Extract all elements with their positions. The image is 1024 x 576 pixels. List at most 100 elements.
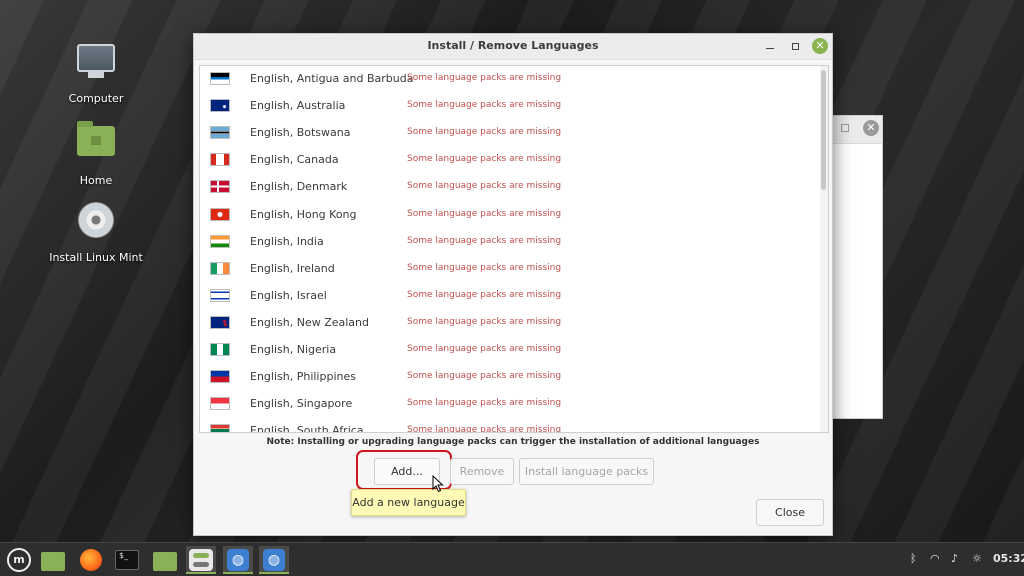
hong-kong-flag-icon <box>210 207 230 221</box>
background-window-titlebar[interactable]: ✕ <box>833 116 882 144</box>
install-remove-languages-dialog: Install / Remove Languages ✕ English, An… <box>193 33 833 536</box>
clock[interactable]: 05:32 <box>993 552 1024 565</box>
close-icon[interactable]: ✕ <box>863 120 879 136</box>
brightness-icon[interactable]: ☼ <box>972 552 982 565</box>
language-status: Some language packs are missing <box>407 208 562 219</box>
nigeria-flag-icon <box>210 343 230 356</box>
philippines-flag-icon <box>210 370 230 384</box>
language-status: Some language packs are missing <box>407 425 562 433</box>
singapore-flag-icon <box>210 397 230 411</box>
taskbar-files[interactable] <box>38 546 68 574</box>
background-window[interactable]: ✕ <box>832 115 883 419</box>
language-status: Some language packs are missing <box>407 127 562 138</box>
language-list[interactable]: English, Antigua and Barbuda Some languag… <box>199 65 829 433</box>
language-status: Some language packs are missing <box>407 371 562 382</box>
language-row[interactable]: English, Hong Kong Some language packs ar… <box>200 202 820 229</box>
bluetooth-icon[interactable]: ᛒ <box>910 552 917 565</box>
remove-button[interactable]: Remove <box>450 458 514 485</box>
language-name: English, India <box>250 234 324 248</box>
scrollbar-thumb[interactable] <box>821 70 826 190</box>
language-status: Some language packs are missing <box>407 289 562 300</box>
minimize-button[interactable] <box>761 38 779 56</box>
new-zealand-flag-icon <box>210 315 230 329</box>
minimize-icon <box>766 48 774 49</box>
australia-flag-icon <box>210 99 230 113</box>
language-status: Some language packs are missing <box>407 181 562 192</box>
language-row[interactable]: English, Australia Some language packs ar… <box>200 93 820 120</box>
south-africa-flag-icon <box>210 424 230 432</box>
globe-icon: ◍ <box>227 549 249 571</box>
menu-button[interactable]: m <box>4 546 34 574</box>
language-status: Some language packs are missing <box>407 100 562 111</box>
language-name: English, Denmark <box>250 180 348 194</box>
antigua-flag-icon <box>210 72 230 85</box>
dialog-titlebar[interactable]: Install / Remove Languages ✕ <box>194 34 832 60</box>
language-row[interactable]: English, New Zealand Some language packs … <box>200 310 820 337</box>
taskbar-firefox[interactable] <box>76 546 106 574</box>
firefox-icon <box>80 549 102 571</box>
language-row[interactable]: English, Israel Some language packs are m… <box>200 283 820 310</box>
israel-flag-icon <box>210 288 230 302</box>
dialog-title: Install / Remove Languages <box>427 39 599 52</box>
botswana-flag-icon <box>210 126 230 140</box>
language-status: Some language packs are missing <box>407 154 562 165</box>
monitor-icon <box>72 44 120 88</box>
language-name: English, Ireland <box>250 261 335 275</box>
install-note: Note: Installing or upgrading language p… <box>266 437 760 447</box>
list-scrollbar[interactable] <box>820 66 828 432</box>
language-row[interactable]: English, Canada Some language packs are m… <box>200 147 820 174</box>
language-name: English, Australia <box>250 99 346 113</box>
desktop-icon-label: Home <box>79 174 113 187</box>
language-name: English, Botswana <box>250 126 351 140</box>
maximize-icon[interactable] <box>841 124 849 132</box>
language-status: Some language packs are missing <box>407 398 562 409</box>
language-row[interactable]: English, Ireland Some language packs are … <box>200 256 820 283</box>
globe-icon: ◍ <box>263 549 285 571</box>
language-row[interactable]: English, Singapore Some language packs ar… <box>200 391 820 418</box>
language-name: English, Nigeria <box>250 343 337 356</box>
maximize-button[interactable] <box>786 38 804 56</box>
language-row[interactable]: English, Nigeria Some language packs are … <box>200 337 820 364</box>
taskbar-languages-window[interactable]: ◍ <box>223 546 253 574</box>
language-status: Some language packs are missing <box>407 73 562 83</box>
linux-mint-logo-icon: m <box>7 548 31 572</box>
language-row[interactable]: English, Philippines Some language packs … <box>200 364 820 391</box>
language-name: English, Singapore <box>250 397 353 411</box>
wifi-icon[interactable]: ◠ <box>930 552 940 565</box>
folder-icon <box>41 552 65 571</box>
close-button[interactable]: Close <box>756 499 824 526</box>
settings-toggle-icon <box>189 549 213 571</box>
taskbar-settings-window[interactable] <box>186 546 216 574</box>
folder-icon <box>153 552 177 571</box>
home-folder-icon <box>72 121 120 170</box>
language-name: English, South Africa <box>250 424 364 433</box>
taskbar-terminal[interactable]: $_ <box>112 546 142 574</box>
language-row[interactable]: English, Denmark Some language packs are … <box>200 174 820 201</box>
maximize-icon <box>791 43 799 50</box>
desktop-icon-computer[interactable]: Computer <box>41 40 151 105</box>
language-row[interactable]: English, Botswana Some language packs are… <box>200 120 820 147</box>
close-window-button[interactable]: ✕ <box>812 38 828 54</box>
language-row[interactable]: English, India Some language packs are mi… <box>200 229 820 256</box>
language-status: Some language packs are missing <box>407 262 562 273</box>
language-row[interactable]: English, South Africa Some language packs… <box>200 418 820 433</box>
language-name: English, Antigua and Barbuda <box>250 72 414 85</box>
desktop-icon-label: Computer <box>68 92 124 105</box>
taskbar-folder[interactable] <box>150 546 180 574</box>
desktop-icon-home[interactable]: Home <box>41 118 151 187</box>
disc-icon <box>72 203 120 247</box>
language-status: Some language packs are missing <box>407 235 562 246</box>
language-name: English, Israel <box>250 288 327 302</box>
taskbar-install-languages-window[interactable]: ◍ <box>259 546 289 574</box>
language-status: Some language packs are missing <box>407 344 562 354</box>
desktop-icon-install-linux-mint[interactable]: Install Linux Mint <box>41 198 151 264</box>
language-row[interactable]: English, Antigua and Barbuda Some languag… <box>200 66 820 93</box>
taskbar: m $_ ◍ ◍ ᛒ ◠ ♪ ☼ 05:32 <box>0 542 1024 576</box>
language-name: English, Canada <box>250 153 339 167</box>
install-language-packs-button[interactable]: Install language packs <box>519 458 654 485</box>
volume-icon[interactable]: ♪ <box>951 552 958 565</box>
ireland-flag-icon <box>210 261 230 275</box>
language-name: English, New Zealand <box>250 315 369 329</box>
canada-flag-icon <box>210 153 230 167</box>
denmark-flag-icon <box>210 180 230 194</box>
